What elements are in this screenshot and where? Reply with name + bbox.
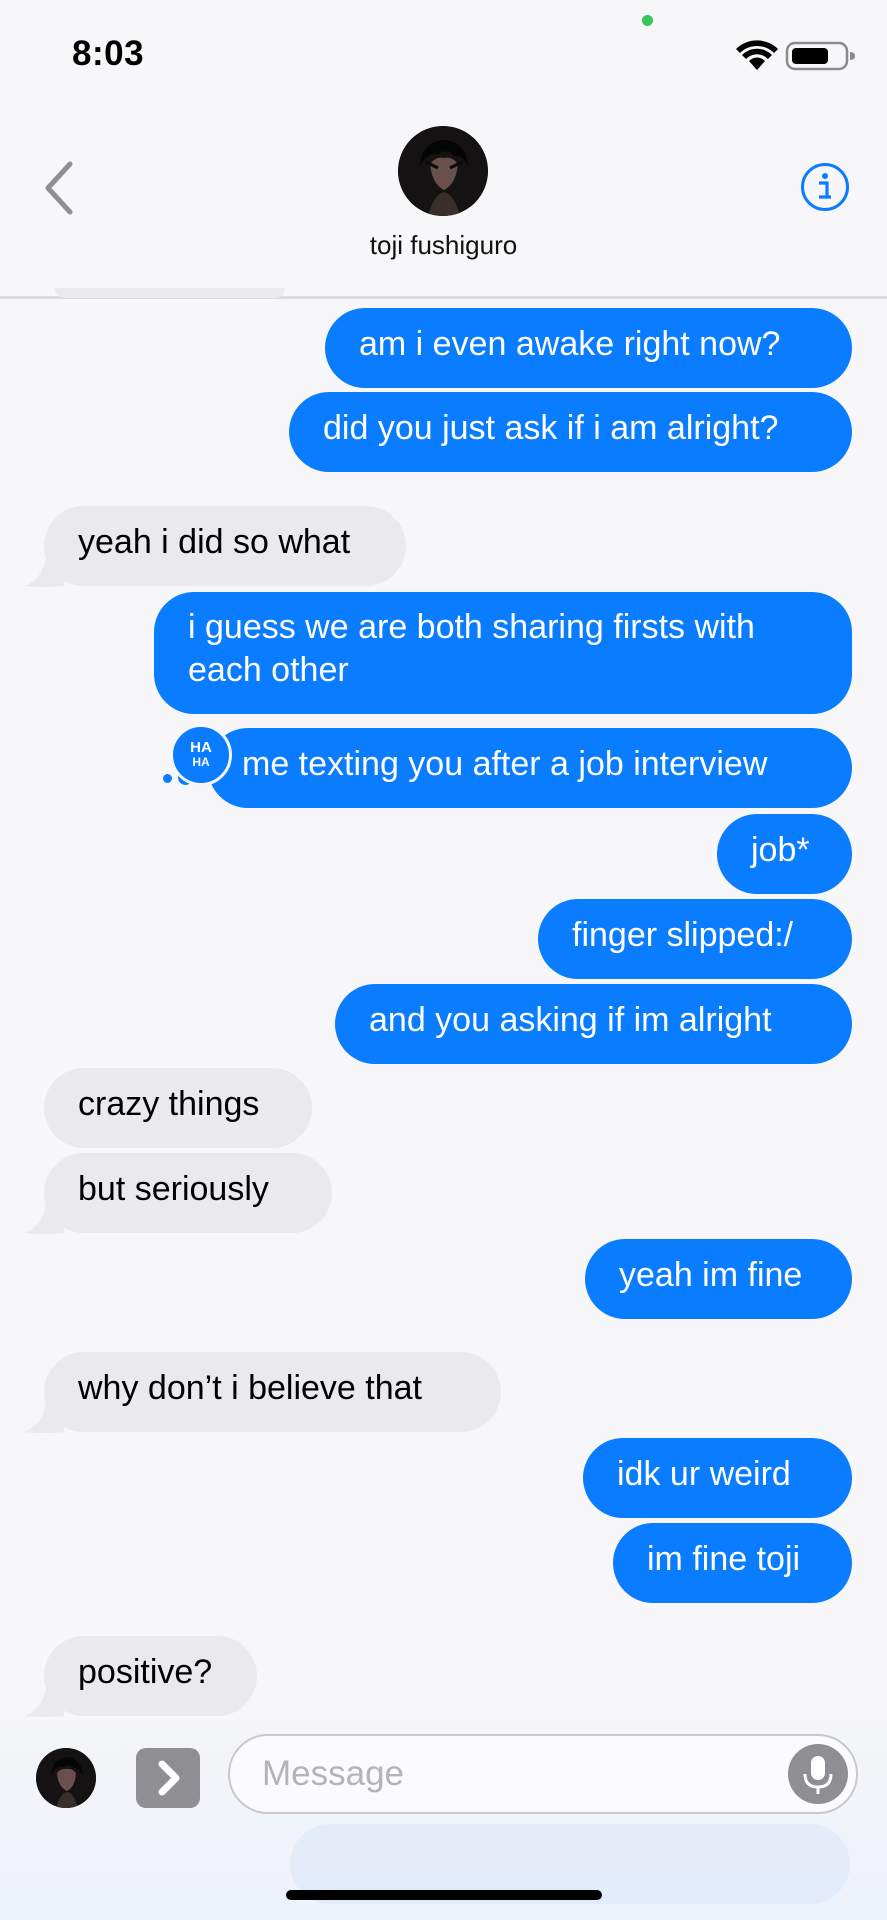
sent-message-bubble[interactable]: did you just ask if i am alright?: [289, 392, 852, 472]
contact-name[interactable]: toji fushiguro: [0, 230, 887, 261]
info-icon[interactable]: [800, 162, 850, 212]
camera-indicator-dot: [642, 15, 653, 26]
chevron-left-icon[interactable]: [38, 156, 82, 220]
status-time: 8:03: [72, 34, 145, 73]
sent-message-bubble[interactable]: job*: [717, 814, 852, 894]
received-message-bubble[interactable]: why don’t i believe that: [44, 1352, 501, 1432]
bubble-tail: [24, 1688, 64, 1717]
microphone-button[interactable]: [788, 1744, 848, 1804]
received-message-bubble[interactable]: yeah i did so what: [44, 506, 406, 586]
sent-message-bubble[interactable]: im fine toji: [613, 1523, 852, 1603]
chevron-right-icon: [158, 1760, 180, 1796]
sent-message-bubble[interactable]: idk ur weird: [583, 1438, 852, 1518]
app-drawer-button[interactable]: [136, 1748, 200, 1808]
haha-tapback-icon[interactable]: HA HA: [170, 724, 232, 786]
sent-message-bubble[interactable]: i guess we are both sharing firsts with …: [154, 592, 852, 714]
sent-message-bubble[interactable]: finger slipped:/: [538, 899, 852, 979]
tapback-tail-dot: [163, 774, 172, 783]
bubble-tail: [24, 558, 64, 587]
partial-message-bubble: [55, 288, 285, 298]
conversation-header: toji fushiguro: [0, 110, 887, 299]
avatar-portrait-icon: [36, 1748, 96, 1808]
received-message-bubble[interactable]: but seriously: [44, 1153, 332, 1233]
contact-avatar[interactable]: [398, 126, 488, 216]
message-thread[interactable]: am i even awake right now? did you just …: [0, 288, 887, 1720]
message-placeholder: Message: [262, 1754, 405, 1793]
wifi-icon: [736, 40, 778, 70]
microphone-icon: [803, 1756, 833, 1794]
sent-message-bubble[interactable]: yeah im fine: [585, 1239, 852, 1319]
sent-message-bubble[interactable]: me texting you after a job interview: [208, 728, 852, 808]
memoji-avatar-button[interactable]: [36, 1748, 96, 1808]
tapback-line-2: HA: [192, 755, 210, 769]
status-bar: 8:03: [0, 0, 887, 110]
received-message-bubble[interactable]: positive?: [44, 1636, 257, 1716]
tapback-line-1: HA: [190, 739, 212, 756]
message-input[interactable]: Message: [228, 1734, 858, 1814]
received-message-bubble[interactable]: crazy things: [44, 1068, 312, 1148]
sent-message-bubble[interactable]: am i even awake right now?: [325, 308, 852, 388]
battery-icon: [785, 41, 855, 71]
bubble-tail: [24, 1205, 64, 1234]
avatar-portrait-icon: [398, 126, 488, 216]
sent-message-bubble[interactable]: and you asking if im alright: [335, 984, 852, 1064]
home-indicator[interactable]: [286, 1890, 602, 1900]
bubble-tail: [24, 1404, 64, 1433]
